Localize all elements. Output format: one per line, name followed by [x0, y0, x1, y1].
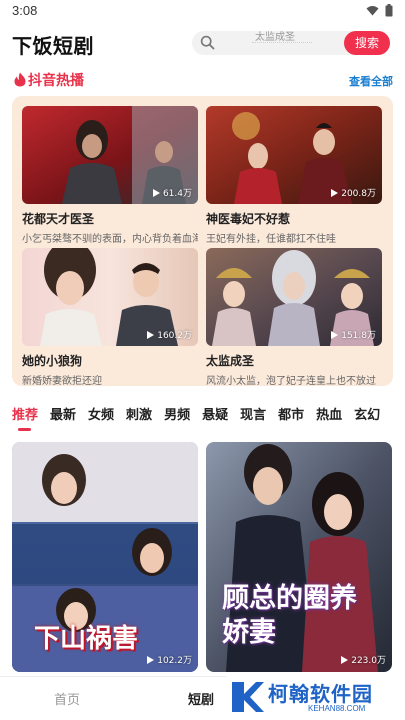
search-button[interactable]: 搜索	[344, 31, 390, 55]
nav-drama[interactable]: 短剧	[188, 689, 214, 708]
nav-home[interactable]: 首页	[54, 689, 80, 708]
play-count-value: 200.8万	[341, 189, 376, 199]
drama-card[interactable]: 顾总的圈养娇妻 223.0万	[206, 442, 392, 672]
search-placeholder-scroll	[252, 42, 312, 48]
card-title: 花都天才医圣	[22, 212, 95, 226]
view-all-link[interactable]: 查看全部	[349, 73, 393, 89]
watermark-url: KEHAN88.COM	[308, 704, 366, 713]
tab-action[interactable]: 热血	[316, 404, 342, 434]
poster-image[interactable]: 200.8万	[206, 106, 382, 204]
play-count: 61.4万	[152, 186, 192, 199]
tab-latest[interactable]: 最新	[50, 404, 76, 434]
hot-section-title: 抖音热播	[28, 73, 84, 89]
poster-image[interactable]: 61.4万	[22, 106, 198, 204]
tab-suspense[interactable]: 悬疑	[202, 404, 228, 434]
tab-modern-romance[interactable]: 现言	[240, 404, 266, 434]
tab-female[interactable]: 女频	[88, 404, 114, 434]
hot-card[interactable]: 200.8万 神医毒妃不好惹 王妃有外挂，任谁都扛不住哇	[206, 106, 382, 245]
app-title: 下饭短剧	[12, 34, 94, 58]
play-count-value: 151.8万	[341, 331, 376, 341]
play-count: 151.8万	[331, 328, 376, 341]
status-time: 3:08	[12, 3, 38, 18]
watermark-name: 柯翰软件园	[268, 682, 373, 706]
card-desc: 新婚娇妻欲拒还迎	[22, 376, 102, 387]
card-title: 神医毒妃不好惹	[206, 212, 291, 226]
hot-panel: 61.4万 花都天才医圣 小乞丐桀骜不驯的表面，内心背负着血海深仇	[12, 96, 393, 387]
poster-image[interactable]: 151.8万	[206, 248, 382, 346]
tab-recommend[interactable]: 推荐	[12, 404, 38, 434]
play-count-value: 223.0万	[351, 656, 386, 666]
drama-card[interactable]: 下山祸害 102.2万	[12, 442, 198, 672]
kehan-logo-icon	[232, 682, 264, 712]
play-count-value: 61.4万	[162, 189, 192, 199]
search-icon	[200, 35, 215, 50]
flame-icon	[14, 72, 26, 87]
card-title: 她的小狼狗	[22, 354, 83, 368]
search-box[interactable]: 太监成圣 搜索	[192, 31, 390, 55]
search-placeholder[interactable]: 太监成圣	[220, 28, 330, 43]
tab-fantasy[interactable]: 玄幻	[354, 404, 380, 434]
play-icon	[341, 655, 349, 664]
play-count: 102.2万	[147, 653, 192, 666]
hot-card[interactable]: 151.8万 太监成圣 风流小太监，泡了妃子连皇上也不放过	[206, 248, 382, 387]
play-icon	[147, 330, 155, 339]
tab-urban[interactable]: 都市	[278, 404, 304, 434]
category-tabs: 推荐 最新 女频 刺激 男频 悬疑 现言 都市 热血 玄幻	[12, 404, 405, 434]
play-count-value: 102.2万	[157, 656, 192, 666]
play-icon	[152, 188, 160, 197]
play-count-value: 160.2万	[157, 331, 192, 341]
play-count: 200.8万	[331, 186, 376, 199]
hot-card[interactable]: 160.2万 她的小狼狗 新婚娇妻欲拒还迎	[22, 248, 198, 387]
poster-title-overlay: 顾总的圈养娇妻	[222, 583, 357, 648]
wifi-icon	[366, 6, 379, 16]
card-desc: 王妃有外挂，任谁都扛不住哇	[206, 234, 336, 245]
card-desc: 风流小太监，泡了妃子连皇上也不放过	[206, 376, 376, 387]
play-count: 160.2万	[147, 328, 192, 341]
hot-section-header: 抖音热播 查看全部	[12, 70, 393, 90]
battery-icon	[385, 4, 393, 17]
poster-image[interactable]: 160.2万	[22, 248, 198, 346]
tab-male[interactable]: 男频	[164, 404, 190, 434]
status-icons	[366, 4, 393, 17]
hot-card[interactable]: 61.4万 花都天才医圣 小乞丐桀骜不驯的表面，内心背负着血海深仇	[22, 106, 198, 245]
watermark: 柯翰软件园 KEHAN88.COM	[226, 676, 405, 720]
play-icon	[331, 188, 339, 197]
poster-title-overlay: 下山祸害	[34, 624, 139, 654]
card-desc: 小乞丐桀骜不驯的表面，内心背负着血海深仇	[22, 234, 198, 245]
play-icon	[147, 655, 155, 664]
play-icon	[331, 330, 339, 339]
status-bar: 3:08	[0, 0, 405, 22]
tab-thrill[interactable]: 刺激	[126, 404, 152, 434]
card-title: 太监成圣	[206, 354, 255, 368]
play-count: 223.0万	[341, 653, 386, 666]
